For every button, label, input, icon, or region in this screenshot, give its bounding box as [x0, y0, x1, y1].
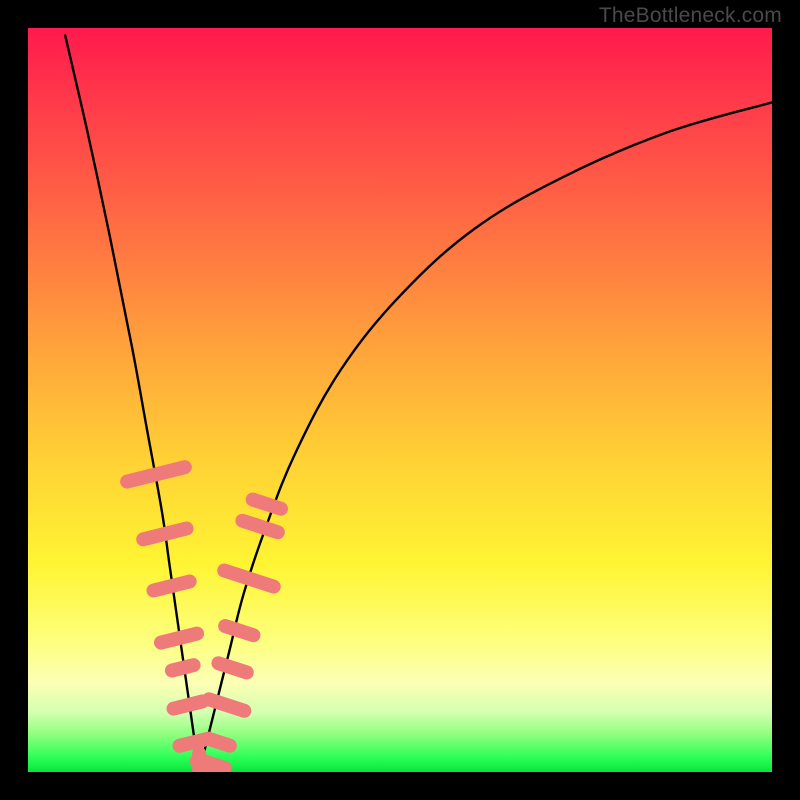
curve-layer [28, 28, 772, 772]
marker-pill [127, 467, 185, 481]
marker-pill [161, 634, 197, 643]
marker-pill [203, 761, 224, 768]
marker-pill [242, 521, 277, 532]
marker-pill [143, 529, 186, 540]
marker-pill [209, 739, 230, 746]
watermark-text: TheBottleneck.com [599, 4, 782, 28]
marker-pill [225, 626, 253, 635]
marker-pill [154, 582, 190, 591]
marker-pill [224, 571, 274, 587]
marker-pill [253, 500, 281, 509]
plot-area [28, 28, 772, 772]
curve-right-branch [199, 102, 772, 772]
marker-pill [172, 665, 194, 670]
chart-frame: TheBottleneck.com [0, 0, 800, 800]
curve-left-branch [65, 35, 199, 772]
marker-pill [218, 663, 246, 672]
marker-pill [174, 701, 203, 708]
marker-group [127, 467, 281, 772]
bottleneck-curve [65, 35, 772, 772]
